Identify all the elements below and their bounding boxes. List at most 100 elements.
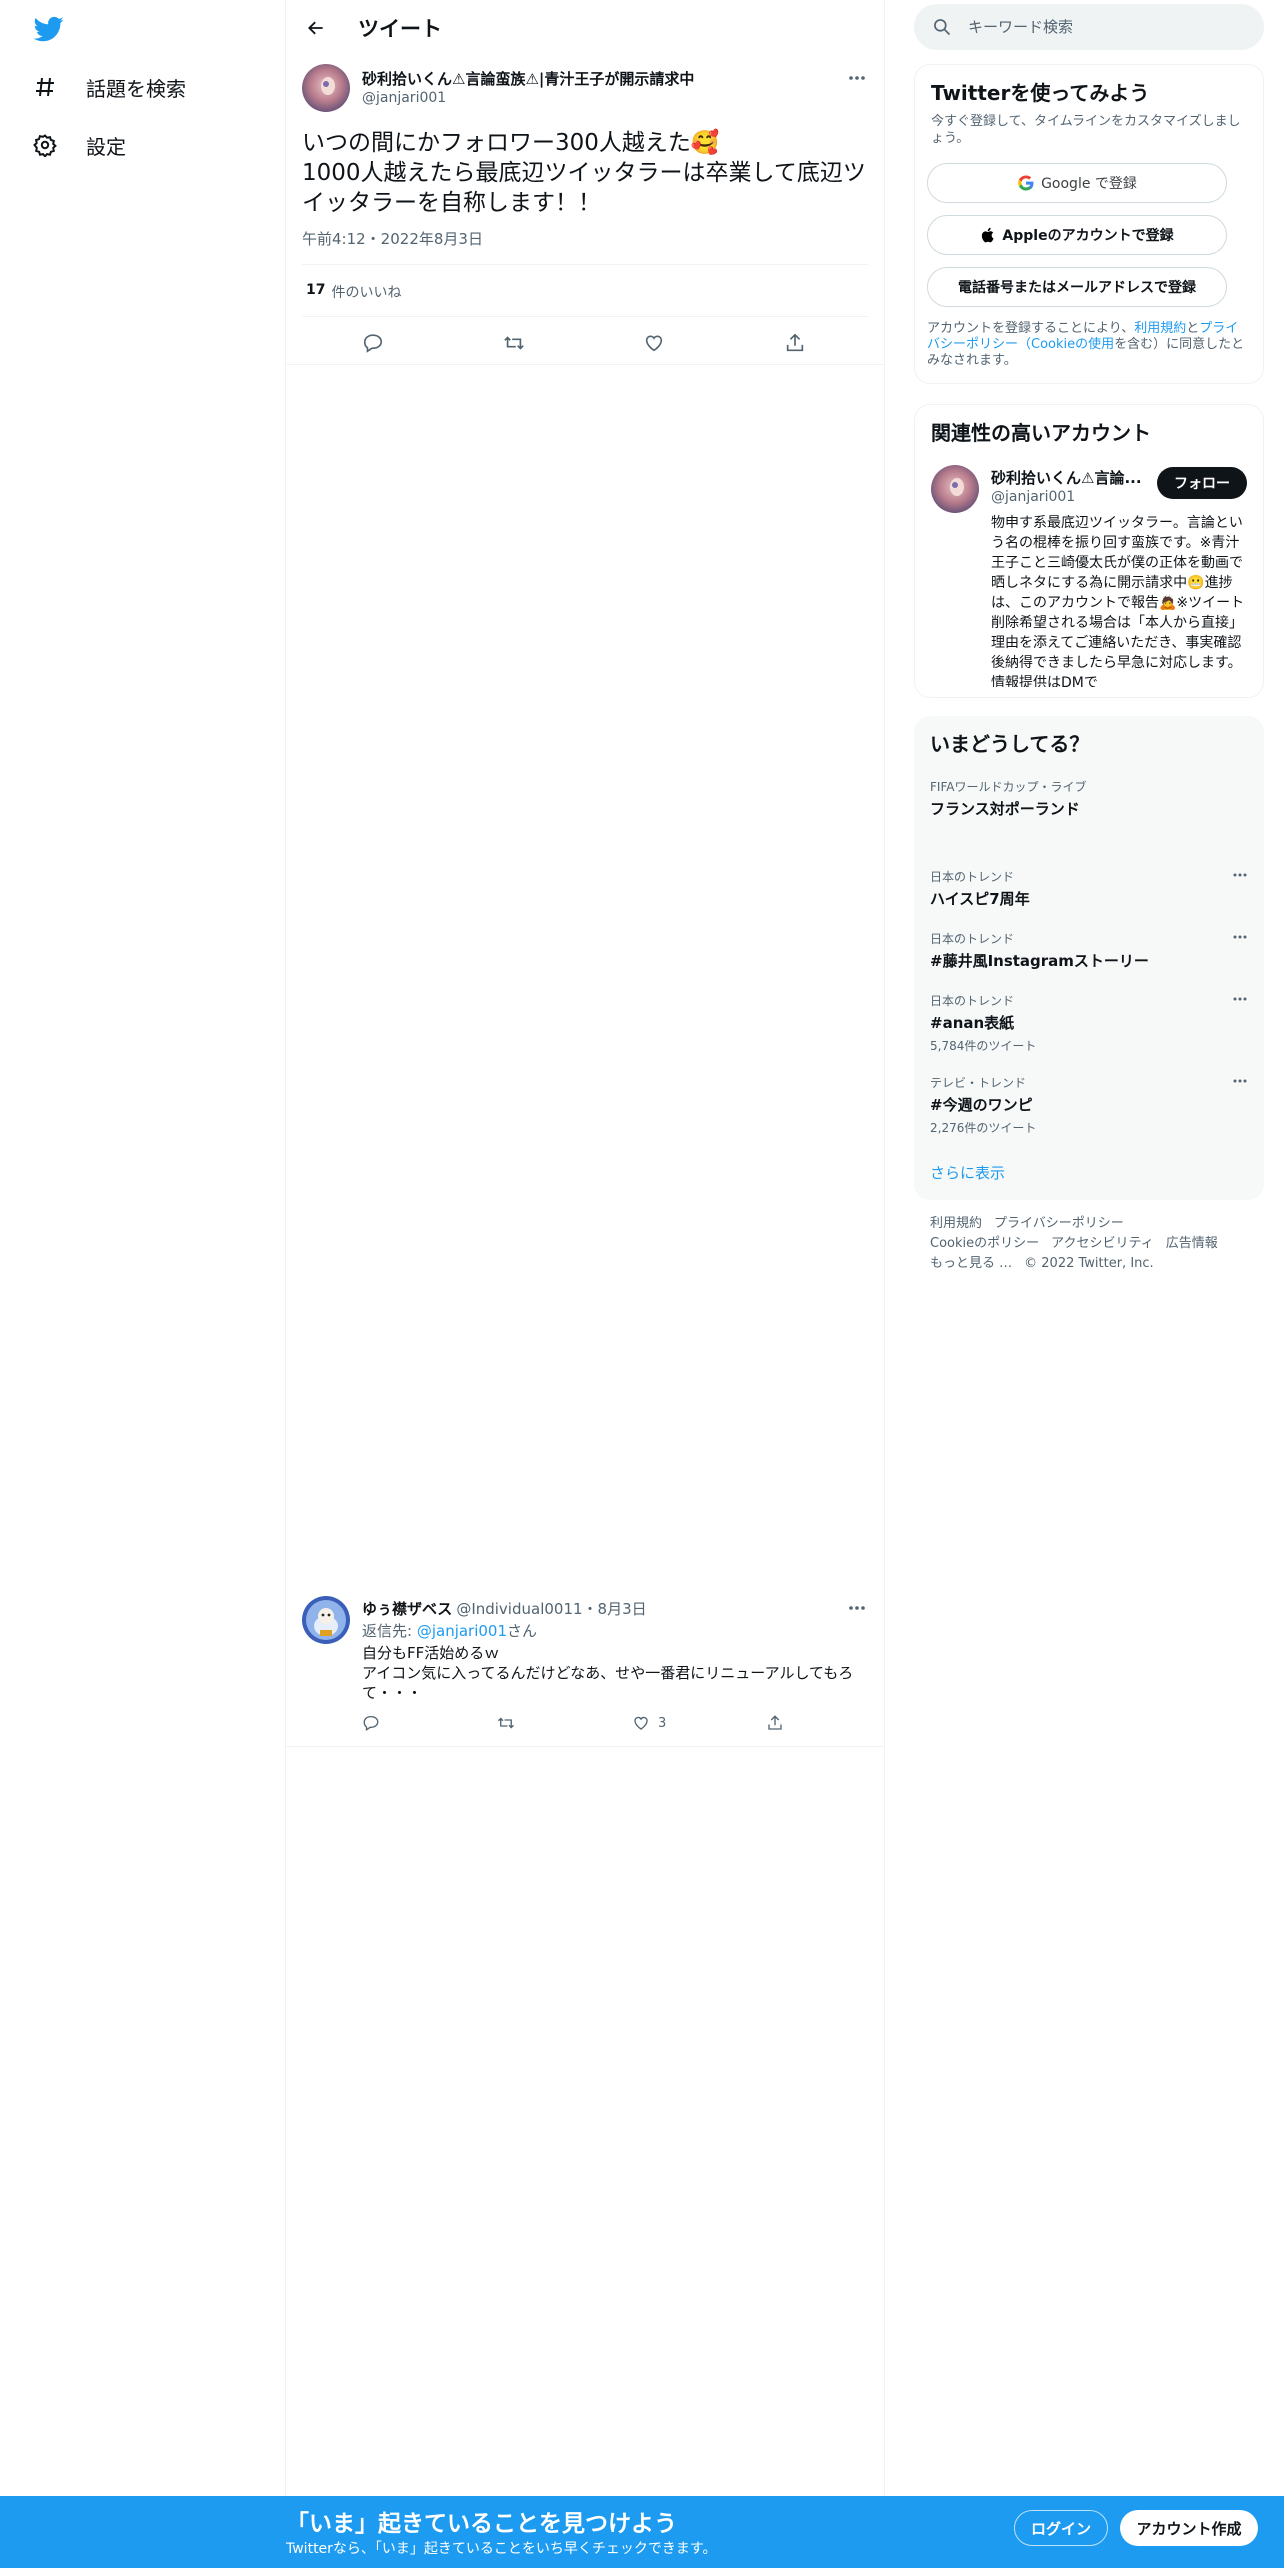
likes-count-row[interactable]: 17 件のいいね: [306, 282, 401, 302]
more-icon[interactable]: [1230, 1074, 1250, 1088]
gear-icon: [32, 132, 58, 158]
signup-title: Twitterを使ってみよう: [931, 81, 1150, 105]
trend-category: 日本のトレンド: [930, 870, 1015, 884]
likes-count: 17: [306, 282, 326, 298]
hashtag-icon: [32, 74, 58, 100]
follow-button[interactable]: フォロー: [1157, 467, 1247, 499]
more-icon[interactable]: [1230, 868, 1250, 882]
arrow-left-icon: [308, 21, 323, 35]
likes-label: 件のいいね: [331, 285, 402, 301]
back-button[interactable]: [300, 12, 332, 44]
copyright: © 2022 Twitter, Inc.: [1024, 1256, 1154, 1271]
apple-icon: [982, 227, 994, 243]
separator: [302, 264, 868, 265]
nav-settings[interactable]: 設定: [32, 120, 126, 170]
trend-count: 5,784件のツイート: [930, 1039, 1037, 1053]
related-bio: 物申す系最底辺ツイッタラー。言論という名の棍棒を振り回す蛮族です。※青汁王子こと…: [991, 515, 1245, 687]
signup-subtitle: 今すぐ登録して、タイムラインをカスタマイズしましょう。: [931, 114, 1241, 146]
bottom-bar-title: 「いま」起きていることを見つけよう: [286, 2511, 677, 2537]
google-signup-label: Google で登録: [1041, 176, 1137, 192]
related-name[interactable]: 砂利拾いくん⚠言論...: [991, 467, 1141, 488]
app-root: 話題を検索 設定 ツイート 砂利拾いくん⚠言論蛮族⚠|青汁王子が開示請求中 @j…: [0, 0, 1284, 2568]
footer-link[interactable]: プライバシーポリシー: [994, 1216, 1124, 1231]
search-icon: [934, 19, 951, 36]
main-header: ツイート: [286, 0, 884, 54]
terms-link[interactable]: 利用規約: [1134, 321, 1186, 336]
tweet-action-bar: [286, 322, 884, 362]
search-bar[interactable]: [914, 4, 1264, 50]
more-icon[interactable]: [1230, 930, 1250, 944]
like-icon[interactable]: [641, 330, 667, 356]
related-handle[interactable]: @janjari001: [991, 489, 1075, 505]
reply-icon[interactable]: [360, 330, 386, 356]
tweet-text: いつの間にかフォロワー300人越えた🥰 1000人越えたら最底辺ツイッタラーは卒…: [302, 130, 866, 216]
tweet-avatar[interactable]: [302, 64, 350, 112]
tweet-author-name[interactable]: 砂利拾いくん⚠言論蛮族⚠|青汁王子が開示請求中: [362, 68, 694, 89]
terms-prefix: アカウントを登録することにより、: [927, 321, 1135, 336]
more-icon[interactable]: [842, 1598, 872, 1618]
twitter-bird-icon[interactable]: [32, 14, 66, 44]
retweet-icon[interactable]: [501, 330, 527, 356]
trend-item[interactable]: テレビ・トレンド #今週のワンピ 2,276件のツイート: [930, 1074, 1250, 1136]
show-more-link[interactable]: さらに表示: [930, 1162, 1005, 1183]
more-icon[interactable]: [1230, 992, 1250, 1006]
phone-email-signup-label: 電話番号またはメールアドレスで登録: [958, 280, 1196, 296]
related-title: 関連性の高いアカウント: [931, 421, 1151, 445]
trend-title: フランス対ポーランド: [930, 800, 1080, 818]
left-nav: 話題を検索 設定: [0, 0, 286, 2568]
footer-link[interactable]: 広告情報: [1166, 1236, 1218, 1251]
retweet-icon[interactable]: [496, 1714, 516, 1732]
trend-item[interactable]: 日本のトレンド #藤井風Instagramストーリー: [930, 930, 1250, 971]
trend-title: #anan表紙: [930, 1014, 1015, 1032]
trend-title: #今週のワンピ: [930, 1096, 1033, 1114]
login-button[interactable]: ログイン: [1014, 2510, 1108, 2546]
footer-link[interactable]: Cookieのポリシー: [930, 1236, 1039, 1251]
reply-icon[interactable]: [362, 1714, 380, 1732]
footer-link[interactable]: 利用規約: [930, 1216, 982, 1231]
trend-item[interactable]: 日本のトレンド #anan表紙 5,784件のツイート: [930, 992, 1250, 1054]
tweet-timestamp[interactable]: 午前4:12・2022年8月3日: [302, 228, 483, 249]
reply-author-handle-date[interactable]: @Individual0011・8月3日: [456, 1600, 646, 1618]
page-title: ツイート: [358, 17, 442, 41]
reply-to-prefix: 返信先:: [362, 1622, 417, 1640]
trends-box: いまどうしてる？ FIFAワールドカップ・ライブ フランス対ポーランド 日本のト…: [914, 716, 1264, 1200]
main-column: ツイート 砂利拾いくん⚠言論蛮族⚠|青汁王子が開示請求中 @janjari001…: [286, 0, 884, 2500]
trend-category: FIFAワールドカップ・ライブ: [930, 780, 1087, 794]
related-accounts-card: 関連性の高いアカウント 砂利拾いくん⚠言論... @janjari001 フォロ…: [914, 404, 1264, 698]
reply-action-bar: 3: [362, 1714, 842, 1738]
apple-signup-button[interactable]: Appleのアカウントで登録: [927, 215, 1227, 255]
footer-link[interactable]: アクセシビリティ: [1051, 1236, 1154, 1251]
nav-explore-label: 話題を検索: [86, 76, 186, 101]
like-button[interactable]: 3: [632, 1714, 666, 1732]
apple-signup-label: Appleのアカウントで登録: [1002, 228, 1174, 244]
footer-link[interactable]: もっと見る …: [930, 1256, 1012, 1271]
trend-title: #藤井風Instagramストーリー: [930, 952, 1149, 970]
like-icon: [634, 1716, 648, 1730]
google-signup-button[interactable]: Google で登録: [927, 163, 1227, 203]
nav-settings-label: 設定: [86, 134, 126, 159]
tweet-author-handle[interactable]: @janjari001: [362, 90, 446, 106]
share-icon[interactable]: [782, 330, 808, 356]
bottom-bar-subtitle: Twitterなら、「いま」起きていることをいち早くチェックできます。: [286, 2541, 717, 2557]
more-icon[interactable]: [842, 68, 872, 88]
signup-terms: アカウントを登録することにより、利用規約とプライバシーポリシー（Cookieの使…: [927, 321, 1247, 369]
phone-email-signup-button[interactable]: 電話番号またはメールアドレスで登録: [927, 267, 1227, 307]
create-account-button[interactable]: アカウント作成: [1120, 2510, 1258, 2546]
nav-explore[interactable]: 話題を検索: [32, 62, 186, 112]
search-input[interactable]: [968, 18, 1248, 36]
divider-right: [884, 0, 885, 2500]
share-icon[interactable]: [766, 1714, 784, 1732]
reply-like-count: 3: [658, 1715, 667, 1731]
terms-and: と: [1186, 321, 1200, 336]
trend-category: 日本のトレンド: [930, 994, 1015, 1008]
reply-to-mention[interactable]: @janjari001: [417, 1622, 507, 1640]
trend-count: 2,276件のツイート: [930, 1121, 1037, 1135]
trend-item[interactable]: 日本のトレンド ハイスピ7周年: [930, 868, 1250, 909]
reply-avatar[interactable]: [302, 1596, 350, 1644]
footer-links: 利用規約 プライバシーポリシー Cookieのポリシー アクセシビリティ 広告情報 も…: [930, 1214, 1260, 1274]
related-avatar[interactable]: [931, 465, 979, 513]
reply-header: ゆぅ襟ザベス @Individual0011・8月3日: [362, 1598, 647, 1619]
trend-title: ハイスピ7周年: [930, 890, 1030, 908]
reply-author-name[interactable]: ゆぅ襟ザベス: [362, 1600, 452, 1618]
trend-item[interactable]: FIFAワールドカップ・ライブ フランス対ポーランド: [930, 778, 1250, 819]
